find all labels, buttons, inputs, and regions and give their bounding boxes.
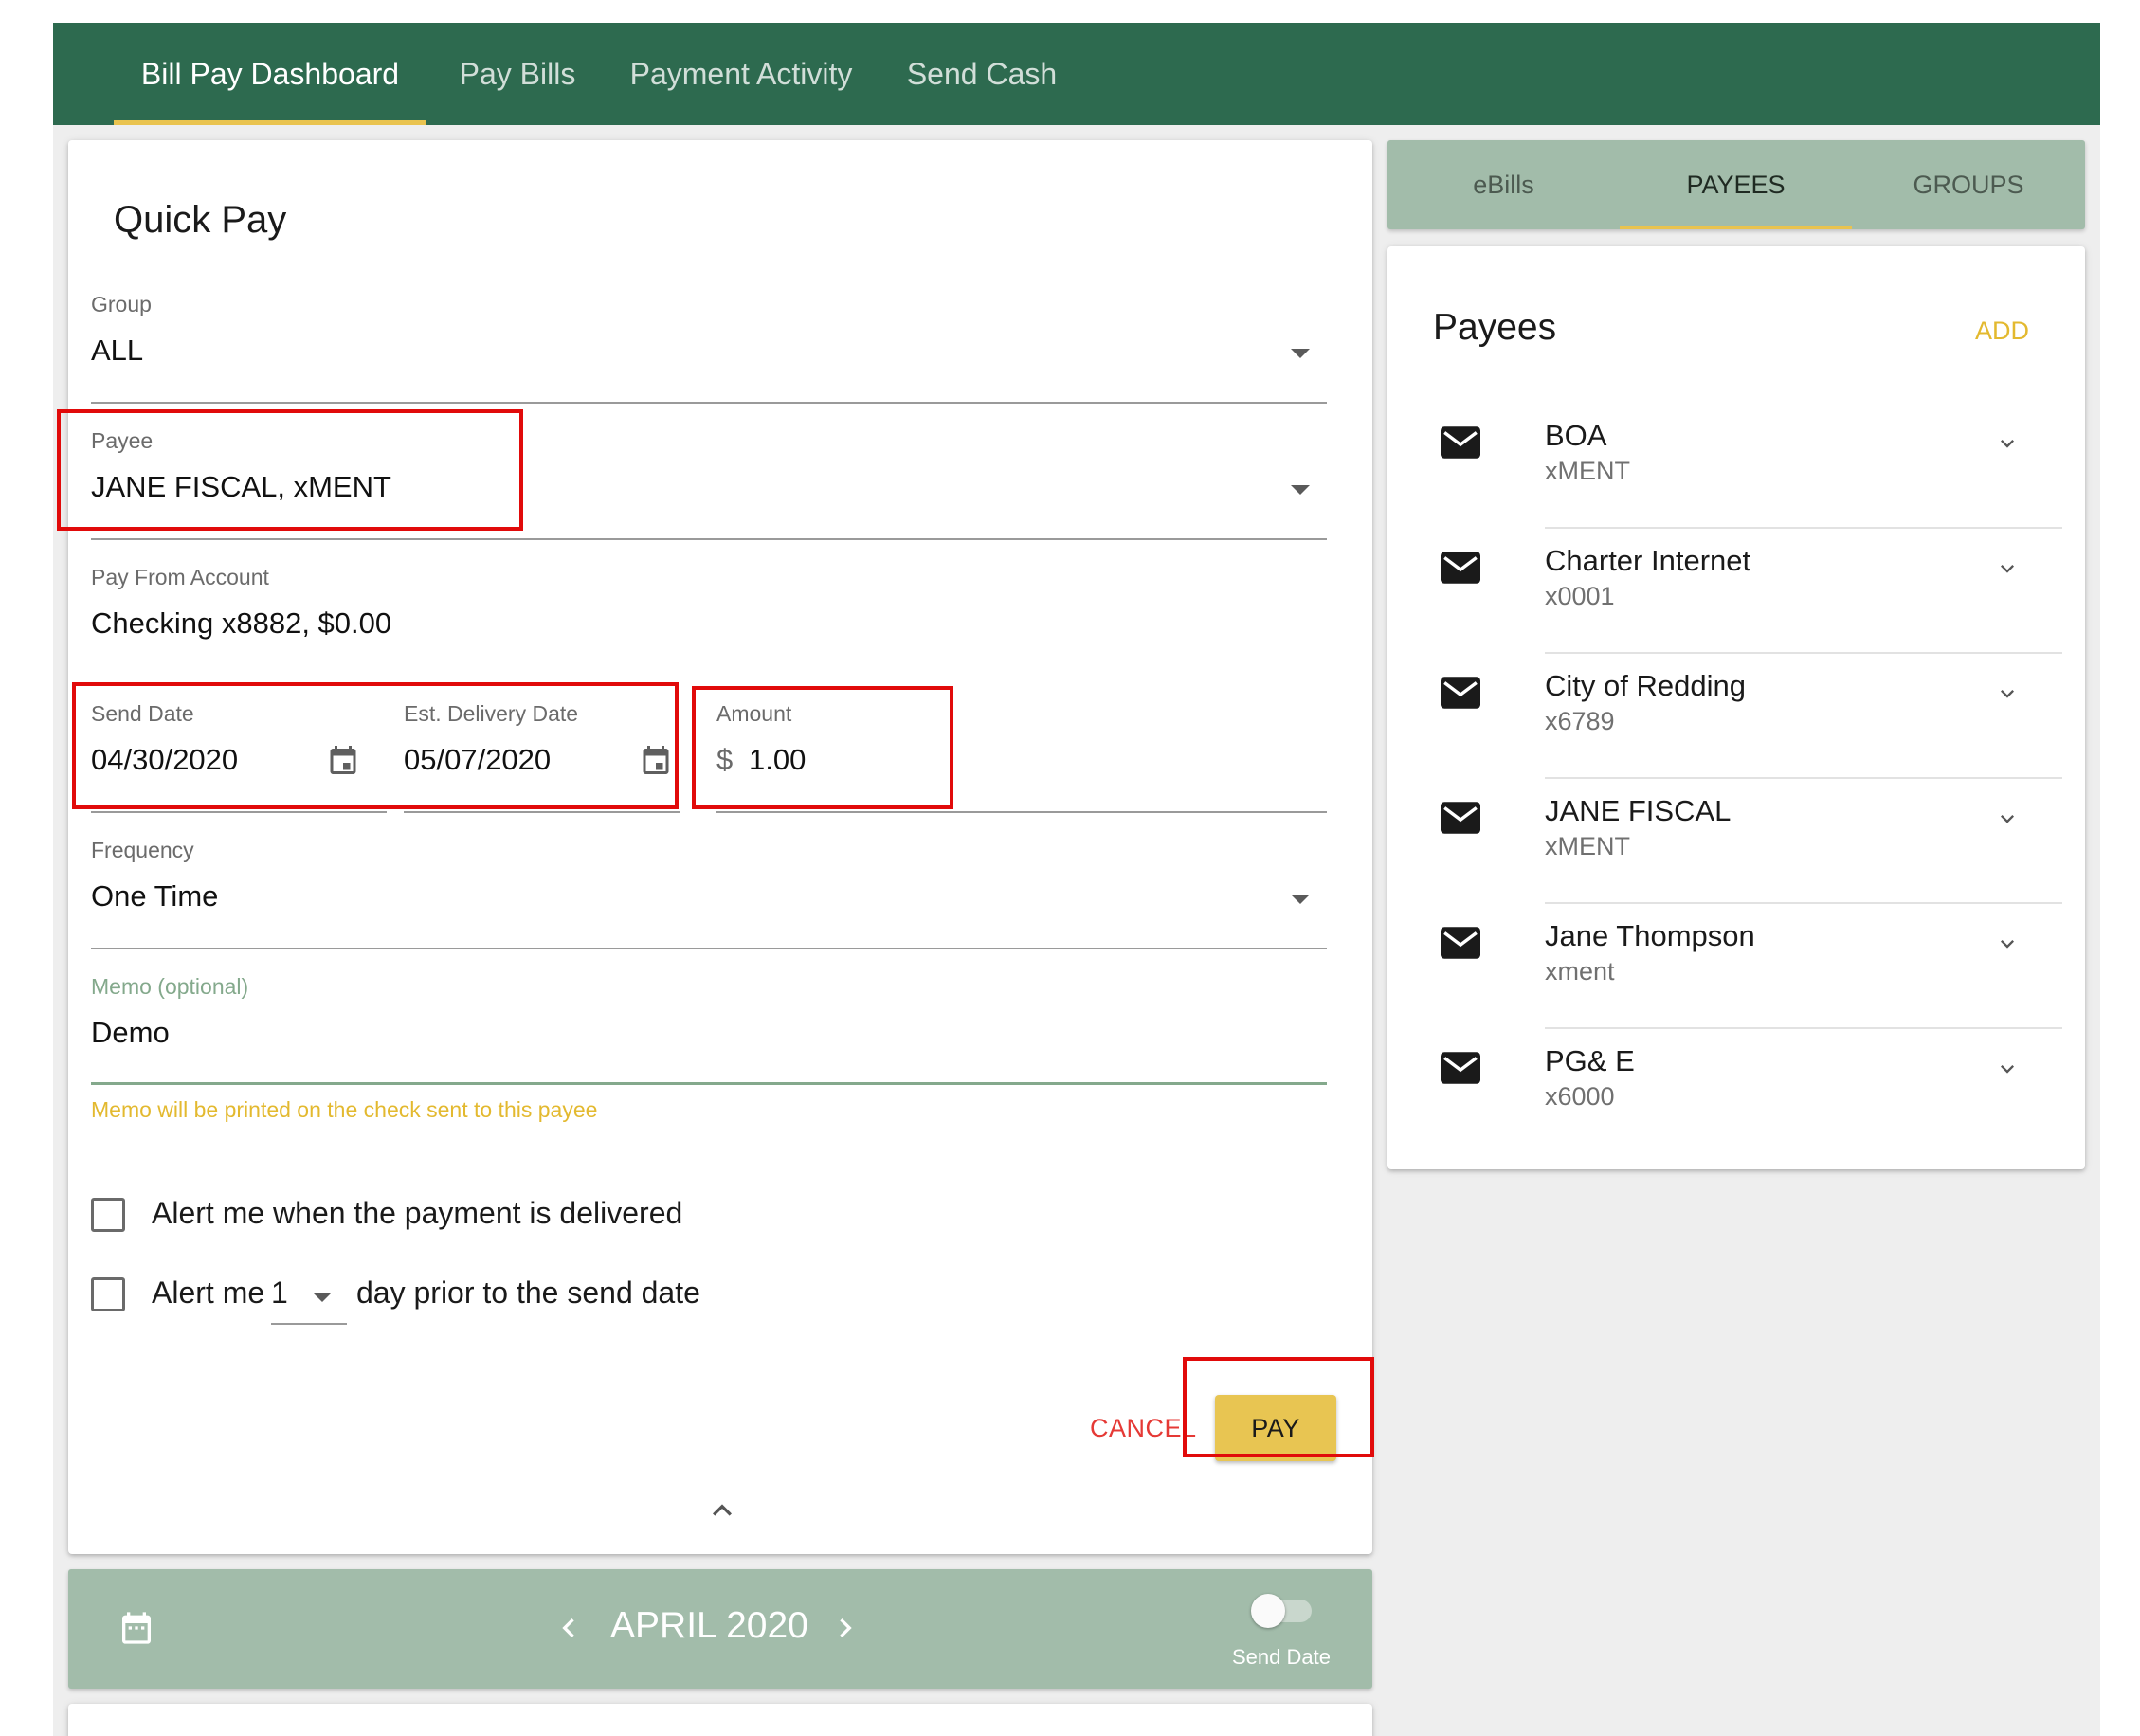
expand-chevron-down-icon[interactable] bbox=[1994, 680, 2021, 707]
payee-row-charter-internet[interactable]: Charter Internet x0001 bbox=[1387, 529, 2085, 654]
delivery-date-underline bbox=[404, 811, 680, 813]
pay-from-label: Pay From Account bbox=[91, 565, 269, 589]
previous-month-icon[interactable] bbox=[550, 1609, 588, 1647]
amount-underline bbox=[716, 811, 1327, 813]
frequency-label: Frequency bbox=[91, 838, 194, 862]
alert-days-underline bbox=[271, 1323, 347, 1325]
highlight-payee bbox=[57, 409, 523, 531]
alert-prior-prefix: Alert me bbox=[152, 1275, 265, 1310]
alert-delivered-checkbox[interactable] bbox=[91, 1198, 125, 1232]
expand-chevron-down-icon[interactable] bbox=[1994, 555, 2021, 582]
payee-dropdown-icon[interactable] bbox=[1291, 485, 1310, 495]
payee-name: Jane Thompson bbox=[1545, 919, 1755, 952]
group-dropdown-icon[interactable] bbox=[1291, 349, 1310, 358]
memo-label: Memo (optional) bbox=[91, 974, 249, 999]
highlight-dates bbox=[72, 682, 679, 809]
mail-icon bbox=[1441, 552, 1480, 584]
payee-account: x6000 bbox=[1545, 1082, 1615, 1111]
calendar-month-label: APRIL 2020 bbox=[610, 1605, 808, 1646]
tab-groups[interactable]: GROUPS bbox=[1852, 140, 2085, 229]
quick-pay-title: Quick Pay bbox=[114, 199, 287, 241]
highlight-amount bbox=[692, 686, 953, 809]
payee-row-pge[interactable]: PG& E x6000 bbox=[1387, 1029, 2085, 1154]
tab-send-cash[interactable]: Send Cash bbox=[887, 23, 1077, 125]
mail-icon bbox=[1441, 677, 1480, 709]
next-month-icon[interactable] bbox=[826, 1609, 864, 1647]
expand-chevron-down-icon[interactable] bbox=[1994, 931, 2021, 957]
mail-icon bbox=[1441, 927, 1480, 959]
add-payee-button[interactable]: ADD bbox=[1975, 316, 2029, 346]
group-underline bbox=[91, 402, 1327, 404]
send-date-toggle-label: Send Date bbox=[1232, 1645, 1331, 1669]
payee-underline bbox=[91, 538, 1327, 540]
payee-row-jane-fiscal[interactable]: JANE FISCAL xMENT bbox=[1387, 779, 2085, 904]
tab-ebills[interactable]: eBills bbox=[1387, 140, 1620, 229]
cancel-button[interactable]: CANCEL bbox=[1090, 1414, 1197, 1443]
mail-icon bbox=[1441, 1052, 1480, 1084]
alert-delivered-label: Alert me when the payment is delivered bbox=[152, 1196, 683, 1230]
memo-underline bbox=[91, 1082, 1327, 1085]
payee-account: x6789 bbox=[1545, 707, 1615, 735]
expand-chevron-down-icon[interactable] bbox=[1994, 1056, 2021, 1082]
calendar-bar: APRIL 2020 Send Date bbox=[68, 1569, 1372, 1689]
payee-row-boa[interactable]: BOA xMENT bbox=[1387, 404, 2085, 529]
send-date-underline bbox=[91, 811, 387, 813]
bill-pay-app: Bill Pay Dashboard Pay Bills Payment Act… bbox=[53, 23, 2100, 1736]
payee-name: PG& E bbox=[1545, 1044, 1635, 1077]
expand-chevron-down-icon[interactable] bbox=[1994, 805, 2021, 832]
memo-hint: Memo will be printed on the check sent t… bbox=[91, 1097, 598, 1122]
group-select[interactable]: ALL bbox=[91, 334, 143, 368]
mail-icon bbox=[1441, 802, 1480, 834]
payees-panel: Payees ADD BOA xMENT Charter Internet x0… bbox=[1387, 246, 2085, 1169]
payee-name: City of Redding bbox=[1545, 669, 1746, 702]
quick-pay-card: Quick Pay Group ALL Payee JANE FISCAL, x… bbox=[68, 140, 1372, 1554]
tab-pay-bills[interactable]: Pay Bills bbox=[442, 23, 593, 125]
frequency-dropdown-icon[interactable] bbox=[1291, 895, 1310, 904]
payee-row-jane-thompson[interactable]: Jane Thompson xment bbox=[1387, 904, 2085, 1029]
send-date-toggle[interactable] bbox=[1251, 1594, 1312, 1628]
payee-account: xMENT bbox=[1545, 457, 1630, 485]
alert-prior-days-select[interactable]: 1 bbox=[271, 1275, 288, 1311]
calendar-icon[interactable] bbox=[118, 1609, 155, 1647]
alert-days-dropdown-icon[interactable] bbox=[313, 1293, 332, 1302]
tab-bill-pay-dashboard[interactable]: Bill Pay Dashboard bbox=[114, 23, 426, 125]
tab-payees[interactable]: PAYEES bbox=[1620, 140, 1852, 229]
expand-chevron-down-icon[interactable] bbox=[1994, 430, 2021, 457]
mail-icon bbox=[1441, 426, 1480, 459]
frequency-underline bbox=[91, 948, 1327, 949]
toggle-knob bbox=[1251, 1594, 1285, 1628]
payee-account: xment bbox=[1545, 957, 1615, 986]
alert-prior-checkbox[interactable] bbox=[91, 1277, 125, 1311]
payee-row-city-of-redding[interactable]: City of Redding x6789 bbox=[1387, 654, 2085, 779]
frequency-select[interactable]: One Time bbox=[91, 879, 218, 913]
payee-name: JANE FISCAL bbox=[1545, 794, 1732, 827]
top-navigation: Bill Pay Dashboard Pay Bills Payment Act… bbox=[53, 23, 2100, 125]
payee-account: xMENT bbox=[1545, 832, 1630, 860]
payee-name: BOA bbox=[1545, 419, 1607, 452]
alert-prior-suffix: day prior to the send date bbox=[356, 1275, 700, 1310]
payee-name: Charter Internet bbox=[1545, 544, 1751, 577]
side-tabs: eBills PAYEES GROUPS bbox=[1387, 140, 2085, 229]
payee-account: x0001 bbox=[1545, 582, 1615, 610]
group-label: Group bbox=[91, 292, 152, 316]
next-card bbox=[68, 1704, 1372, 1736]
payees-title: Payees bbox=[1433, 307, 1557, 348]
highlight-pay-button bbox=[1183, 1357, 1374, 1457]
collapse-chevron-up-icon[interactable] bbox=[703, 1492, 741, 1529]
tab-payment-activity[interactable]: Payment Activity bbox=[608, 23, 874, 125]
memo-input[interactable]: Demo bbox=[91, 1016, 170, 1050]
pay-from-value: Checking x8882, $0.00 bbox=[91, 606, 392, 640]
